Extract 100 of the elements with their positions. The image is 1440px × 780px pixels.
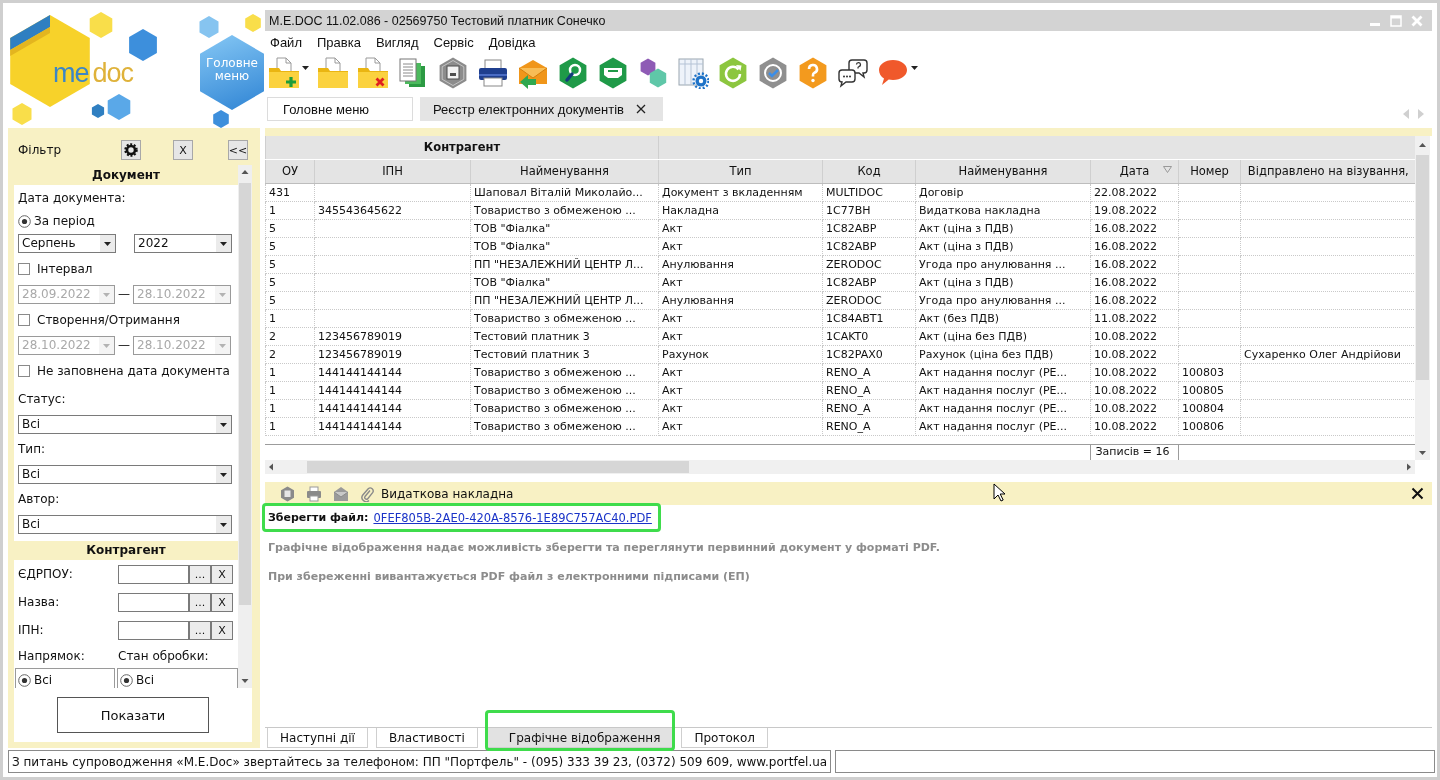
caret-icon[interactable]: [100, 234, 115, 252]
caret-icon[interactable]: [302, 66, 309, 70]
dropdown[interactable]: Всі: [18, 414, 232, 434]
column-header[interactable]: Тип: [729, 164, 752, 178]
table-cell: Товариство з обмеженою ...: [470, 399, 659, 417]
scrollbar-thumb[interactable]: [1416, 155, 1429, 380]
browse-button[interactable]: ...: [189, 592, 211, 612]
table-cell: 5: [265, 291, 315, 309]
scrollbar-thumb[interactable]: [239, 183, 251, 605]
table-cell: Товариство з обмеженою ...: [470, 381, 659, 399]
table-cell: Акт: [658, 273, 823, 291]
input-field[interactable]: [118, 564, 189, 584]
envelope-icon[interactable]: [333, 485, 349, 502]
dropdown[interactable]: Всі: [18, 514, 232, 534]
hexagon-magnifier-icon[interactable]: [557, 57, 589, 89]
help-icon[interactable]: [797, 57, 829, 89]
scrollbar[interactable]: [1415, 136, 1430, 460]
radio-icon[interactable]: [120, 673, 133, 687]
table-cell: Акт: [658, 309, 823, 327]
tab[interactable]: Реєстр електронних документів: [420, 97, 663, 121]
input-field[interactable]: [118, 592, 189, 612]
table-cell: 1C82ABP: [822, 237, 916, 255]
scrollbar-thumb[interactable]: [307, 460, 689, 473]
table-gear-icon[interactable]: [677, 57, 709, 89]
table-cell: Акт: [658, 381, 823, 399]
settings-button[interactable]: [121, 140, 141, 160]
table-cell: 16.08.2022: [1090, 255, 1179, 273]
column-header[interactable]: Код: [857, 164, 881, 178]
table-cell: ТОВ "Фіалка": [470, 273, 659, 291]
scrollbar[interactable]: [265, 459, 1415, 474]
collapse-button[interactable]: <<: [228, 140, 248, 160]
table-cell: 1: [265, 201, 315, 219]
radio-button[interactable]: За період: [18, 214, 95, 228]
clear-button[interactable]: X: [211, 592, 233, 612]
caret-icon[interactable]: [911, 66, 918, 70]
hexagon-icon[interactable]: [280, 485, 295, 502]
menu-item[interactable]: Файл: [270, 35, 302, 50]
field-label: Тип:: [18, 442, 46, 456]
hexagon-tray-icon[interactable]: [597, 57, 629, 89]
range-separator: —: [117, 287, 131, 301]
browse-button[interactable]: ...: [189, 564, 211, 584]
paperclip-icon[interactable]: [360, 485, 374, 502]
close-icon[interactable]: [1411, 487, 1424, 500]
info-text: Графічне відображення надає можливість зберегти та переглянути первинний документ у форматі PDF.: [268, 540, 940, 556]
clear-button[interactable]: X: [211, 564, 233, 584]
file-link[interactable]: 0FEF805B-2AE0-420A-8576-1E89C757AC40.PDF: [373, 510, 652, 525]
close-icon[interactable]: [635, 104, 646, 114]
tab[interactable]: Властивості: [375, 728, 478, 748]
caret-icon[interactable]: [216, 465, 231, 483]
table-cell: RENO_A: [822, 417, 916, 435]
radio-button[interactable]: Всі: [120, 673, 237, 687]
settings-icon: [124, 143, 138, 157]
menu-item[interactable]: Вигляд: [375, 35, 419, 50]
printer-icon[interactable]: [477, 57, 509, 89]
checkbox-icon[interactable]: [18, 365, 30, 377]
radio-icon[interactable]: [18, 214, 31, 228]
table-cell: 100804: [1178, 399, 1241, 417]
dropdown[interactable]: Всі: [18, 464, 232, 484]
checkbox[interactable]: Не заповнена дата документа: [18, 364, 230, 378]
month-dropdown[interactable]: Серпень: [18, 233, 116, 253]
table-cell: 16.08.2022: [1090, 237, 1179, 255]
table-cell: 10.08.2022: [1090, 399, 1179, 417]
tab[interactable]: Головне меню: [267, 97, 413, 121]
radio-icon[interactable]: [18, 673, 31, 687]
clear-button[interactable]: X: [173, 140, 193, 160]
table-cell: 10.08.2022: [1090, 381, 1179, 399]
tab[interactable]: Протокол: [681, 728, 768, 748]
table-cell: 2: [265, 345, 315, 363]
show-button[interactable]: Показати: [57, 697, 209, 733]
table-cell: Акт (без ПДВ): [915, 309, 1091, 327]
info-text: При збереженні вивантажується PDF файл з електронними підписами (ЕП): [268, 569, 750, 585]
folder-icon[interactable]: [317, 57, 349, 89]
tab[interactable]: Наступні дії: [267, 728, 368, 748]
refresh-icon[interactable]: [717, 57, 749, 89]
column-header[interactable]: ІПН: [382, 164, 403, 178]
caret-icon[interactable]: [216, 415, 231, 433]
scrollbar[interactable]: [238, 165, 252, 688]
menu-item[interactable]: Правка: [316, 35, 361, 50]
table-cell: 1: [265, 417, 315, 435]
menu-item[interactable]: Довідка: [488, 35, 536, 50]
table-cell: Тестовий платник 3: [470, 327, 659, 345]
caret-icon[interactable]: [216, 515, 231, 533]
clear-button[interactable]: X: [211, 620, 233, 640]
menu-item[interactable]: Сервіс: [433, 35, 474, 50]
radio-button[interactable]: Всі: [18, 673, 114, 687]
table-cell: 100806: [1178, 417, 1241, 435]
browse-button[interactable]: ...: [189, 620, 211, 640]
folder-delete-icon[interactable]: [357, 57, 389, 89]
table-cell: Угода про анулювання ...: [915, 255, 1091, 273]
input-field[interactable]: [118, 620, 189, 640]
envelope-icon[interactable]: [517, 57, 549, 89]
hexagon-box-icon[interactable]: [437, 57, 469, 89]
sort-icon[interactable]: [1163, 165, 1173, 173]
table-cell: Акт: [658, 363, 823, 381]
table-cell: 5: [265, 273, 315, 291]
table-cell: 10.08.2022: [1090, 417, 1179, 435]
caret-icon[interactable]: [216, 234, 231, 252]
hexagon-check-icon[interactable]: [757, 57, 789, 89]
chat-bubbles-icon[interactable]: [837, 57, 869, 89]
year-dropdown[interactable]: 2022: [134, 233, 232, 253]
